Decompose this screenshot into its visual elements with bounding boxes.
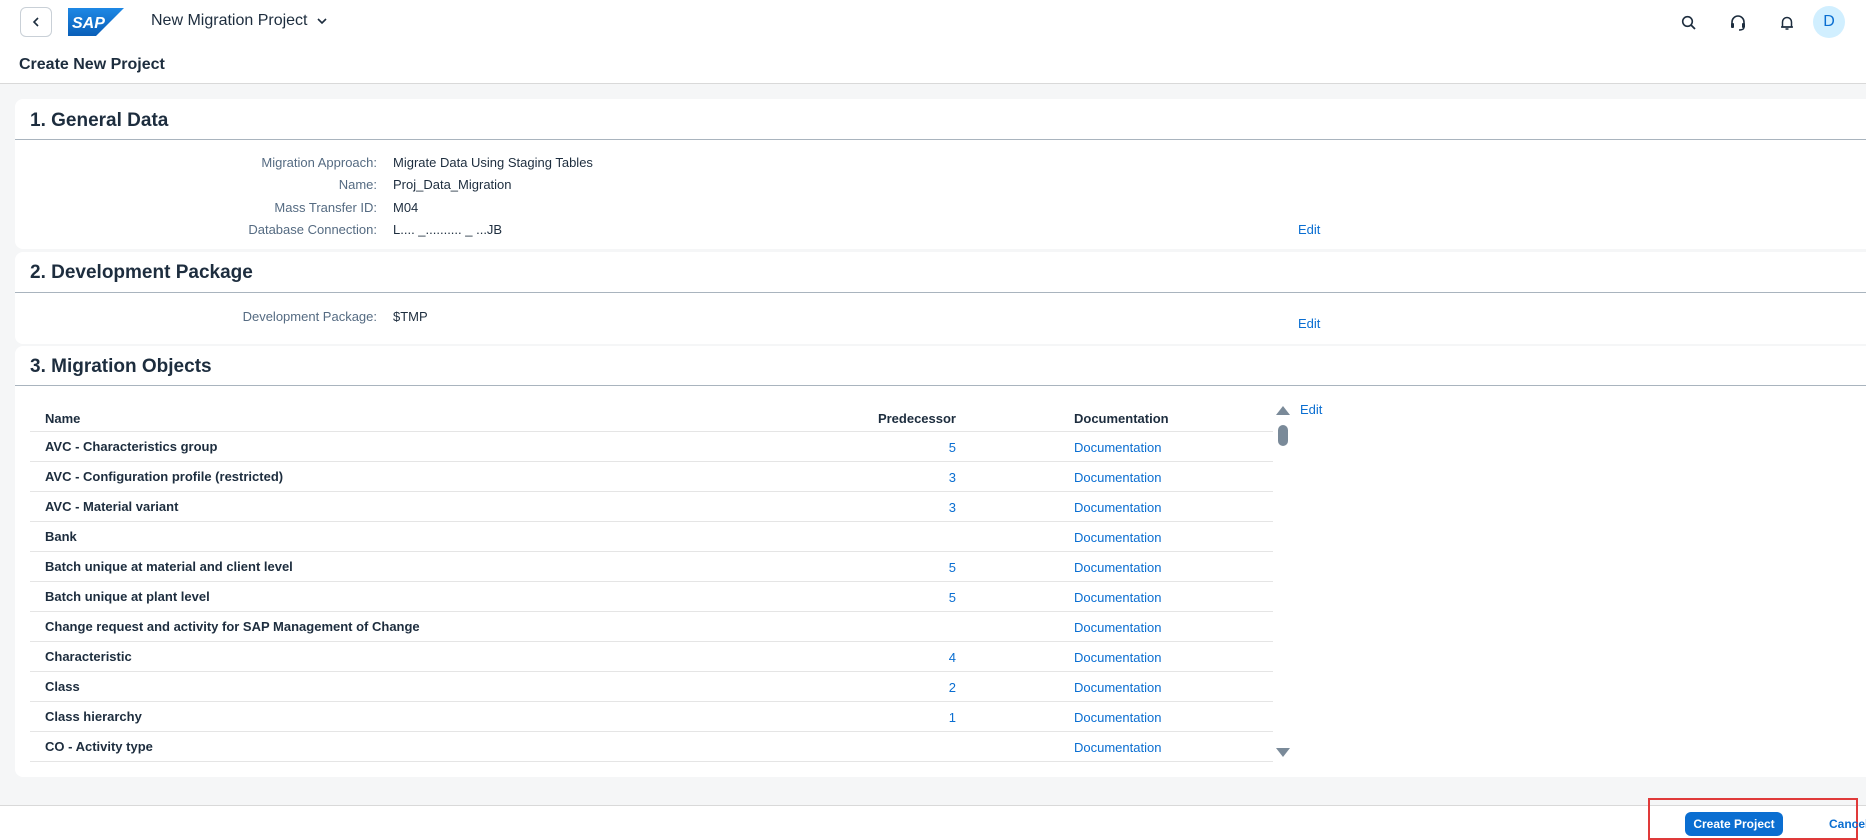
- cell-documentation-link[interactable]: Documentation: [1074, 650, 1161, 665]
- search-button[interactable]: [1676, 10, 1702, 36]
- section-general-data: 1. General Data Migration Approach: Migr…: [15, 99, 1866, 249]
- migration-objects-table: Name Predecessor Documentation AVC - Cha…: [30, 404, 1273, 762]
- cell-documentation-link[interactable]: Documentation: [1074, 470, 1161, 485]
- headset-icon: [1731, 15, 1745, 31]
- cell-object-name: Change request and activity for SAP Mana…: [45, 619, 420, 634]
- search-icon: [1681, 15, 1696, 30]
- cell-documentation-link[interactable]: Documentation: [1074, 560, 1161, 575]
- section-title-general: 1. General Data: [30, 110, 169, 131]
- label-name: Name:: [338, 177, 377, 192]
- cell-predecessor-link[interactable]: 5: [949, 590, 956, 605]
- cell-documentation-link[interactable]: Documentation: [1074, 500, 1161, 515]
- back-button[interactable]: [20, 7, 52, 37]
- page-title: Create New Project: [19, 56, 165, 73]
- cell-documentation-link[interactable]: Documentation: [1074, 710, 1161, 725]
- edit-development-package-link[interactable]: Edit: [1298, 316, 1320, 331]
- table-row[interactable]: Change request and activity for SAP Mana…: [30, 612, 1273, 642]
- table-row[interactable]: Batch unique at plant level 5 Documentatio…: [30, 582, 1273, 612]
- cancel-button[interactable]: Cancel: [1829, 817, 1866, 831]
- value-development-package: $TMP: [393, 309, 428, 324]
- sap-logo-text: SAP: [72, 15, 105, 32]
- section-divider: [15, 385, 1866, 386]
- app-title-menu[interactable]: New Migration Project: [151, 12, 328, 30]
- table-row[interactable]: Batch unique at material and client leve…: [30, 552, 1273, 582]
- scroll-up-arrow[interactable]: [1276, 406, 1290, 415]
- table-row[interactable]: Class hierarchy 1 Documentation: [30, 702, 1273, 732]
- cell-object-name: AVC - Material variant: [45, 499, 179, 514]
- cell-documentation-link[interactable]: Documentation: [1074, 620, 1161, 635]
- cell-documentation-link[interactable]: Documentation: [1074, 590, 1161, 605]
- cell-object-name: Class hierarchy: [45, 709, 142, 724]
- chevron-down-icon: [316, 18, 327, 25]
- edit-migration-objects-link[interactable]: Edit: [1300, 402, 1322, 417]
- table-row[interactable]: AVC - Configuration profile (restricted)…: [30, 462, 1273, 492]
- section-title-devpkg: 2. Development Package: [30, 262, 253, 283]
- table-body: AVC - Characteristics group 5 Documentatio…: [30, 432, 1273, 762]
- cell-documentation-link[interactable]: Documentation: [1074, 680, 1161, 695]
- cell-object-name: Bank: [45, 529, 77, 544]
- label-migration-approach: Migration Approach:: [261, 155, 377, 170]
- cell-object-name: AVC - Configuration profile (restricted): [45, 469, 284, 484]
- value-mass-transfer-id: M04: [393, 200, 419, 215]
- cell-object-name: Batch unique at material and client leve…: [45, 559, 293, 574]
- cell-predecessor-link[interactable]: 3: [949, 500, 956, 515]
- table-row[interactable]: Characteristic 4 Documentation: [30, 642, 1273, 672]
- cell-object-name: CO - Activity type: [45, 739, 153, 754]
- column-header-predecessor: Predecessor: [877, 411, 956, 426]
- cell-object-name: Characteristic: [45, 649, 132, 664]
- cell-predecessor-link[interactable]: 5: [949, 440, 956, 455]
- value-migration-approach: Migrate Data Using Staging Tables: [393, 155, 593, 170]
- page-header: Create New Project: [0, 44, 1866, 84]
- scroll-down-arrow[interactable]: [1276, 748, 1290, 757]
- value-name: Proj_Data_Migration: [393, 177, 512, 192]
- create-project-button[interactable]: Create Project: [1685, 812, 1783, 836]
- label-mass-transfer-id: Mass Transfer ID:: [274, 200, 377, 215]
- table-row[interactable]: AVC - Characteristics group 5 Documentatio…: [30, 432, 1273, 462]
- shell-bar: SAP New Migration Project D: [0, 0, 1866, 44]
- cell-object-name: Batch unique at plant level: [45, 589, 210, 604]
- section-divider: [15, 139, 1866, 140]
- support-button[interactable]: [1725, 10, 1751, 36]
- cell-predecessor-link[interactable]: 4: [949, 650, 956, 665]
- cell-documentation-link[interactable]: Documentation: [1074, 740, 1161, 755]
- section-development-package: 2. Development Package Development Packa…: [15, 252, 1866, 344]
- label-development-package: Development Package:: [242, 309, 377, 324]
- notifications-button[interactable]: [1774, 10, 1800, 36]
- sap-logo: SAP: [68, 8, 124, 36]
- cell-documentation-link[interactable]: Documentation: [1074, 530, 1161, 545]
- column-header-name: Name: [45, 411, 81, 426]
- cell-predecessor-link[interactable]: 1: [949, 710, 956, 725]
- table-header: Name Predecessor Documentation: [30, 404, 1273, 432]
- user-avatar[interactable]: D: [1813, 6, 1845, 38]
- label-database-connection: Database Connection:: [248, 222, 377, 237]
- section-title-migration: 3. Migration Objects: [30, 356, 212, 377]
- chevron-left-icon: [32, 17, 39, 27]
- cell-documentation-link[interactable]: Documentation: [1074, 440, 1161, 455]
- cell-predecessor-link[interactable]: 5: [949, 560, 956, 575]
- cell-predecessor-link[interactable]: 3: [949, 470, 956, 485]
- table-row[interactable]: CO - Activity type Documentation: [30, 732, 1273, 762]
- cell-object-name: Class: [45, 679, 80, 694]
- section-divider: [15, 292, 1866, 293]
- column-header-documentation: Documentation: [1074, 411, 1169, 426]
- app-title: New Migration Project: [151, 12, 308, 29]
- edit-general-data-link[interactable]: Edit: [1298, 222, 1320, 237]
- table-row[interactable]: Bank Documentation: [30, 522, 1273, 552]
- table-row[interactable]: Class 2 Documentation: [30, 672, 1273, 702]
- footer-toolbar: [0, 805, 1866, 840]
- value-database-connection: L.... _.......... _ ...JB: [393, 222, 503, 237]
- scrollbar-thumb[interactable]: [1278, 425, 1288, 446]
- cell-predecessor-link[interactable]: 2: [949, 680, 956, 695]
- cell-object-name: AVC - Characteristics group: [45, 439, 218, 454]
- bell-icon: [1781, 16, 1793, 30]
- table-row[interactable]: AVC - Material variant 3 Documentation: [30, 492, 1273, 522]
